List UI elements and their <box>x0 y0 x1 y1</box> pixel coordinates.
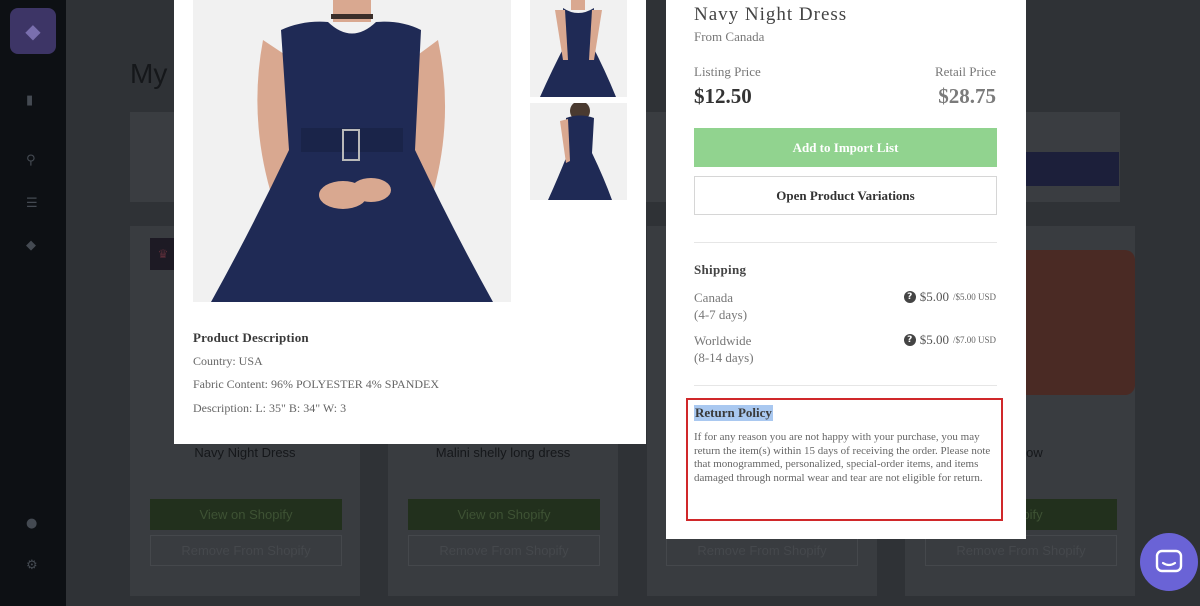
remove-from-shopify-button[interactable]: Remove From Shopify <box>666 535 858 566</box>
bag-icon[interactable]: ▮ <box>26 93 40 108</box>
listing-price-label: Listing Price <box>694 64 761 79</box>
product-details-panel: Navy Night Dress From Canada Listing Pri… <box>666 0 1026 539</box>
shipping-title: Shipping <box>694 262 747 277</box>
tag-icon[interactable]: ◆ <box>26 238 40 253</box>
main-product-photo[interactable] <box>193 0 511 302</box>
description-country: Country: USA <box>193 354 263 368</box>
question-icon[interactable]: ? <box>903 334 916 346</box>
product-thumbnail[interactable] <box>530 103 627 200</box>
divider <box>694 385 997 386</box>
divider <box>694 242 997 243</box>
shipping-price-usd: /$7.00 USD <box>952 335 996 345</box>
search-panel-button[interactable] <box>1025 152 1119 186</box>
return-policy-title: Return Policy <box>694 405 773 421</box>
shipping-region: Worldwide (8-14 days) <box>694 332 754 366</box>
chat-launcher-button[interactable] <box>1140 533 1198 591</box>
return-policy-text: If for any reason you are not happy with… <box>694 431 991 484</box>
shipping-region-days: (8-14 days) <box>694 350 754 365</box>
sidebar: ◆ ▮ ⚲ ☰ ◆ ● ⚙ <box>0 0 66 606</box>
product-origin: From Canada <box>694 29 765 44</box>
product-name: Navy Night Dress <box>694 4 848 25</box>
shipping-price: ? $5.00 /$5.00 USD <box>903 289 996 305</box>
question-icon[interactable]: ? <box>903 291 916 303</box>
help-icon[interactable]: ● <box>26 516 40 531</box>
remove-from-shopify-button[interactable]: Remove From Shopify <box>408 535 600 566</box>
shipping-price-value: $5.00 <box>919 332 949 347</box>
list-icon[interactable]: ☰ <box>26 196 40 211</box>
crown-badge-icon: ♛ <box>150 238 176 270</box>
shipping-price-usd: /$5.00 USD <box>952 292 996 302</box>
retail-price-label: Retail Price <box>934 64 996 79</box>
app-logo: ◆ <box>10 8 56 54</box>
retail-price: $28.75 <box>938 84 996 108</box>
product-images-panel: Product Description Country: USA Fabric … <box>174 0 646 444</box>
page-title: My <box>130 58 168 89</box>
description-fabric: Fabric Content: 96% POLYESTER 4% SPANDEX <box>193 377 440 391</box>
shipping-region: Canada (4-7 days) <box>694 289 747 323</box>
product-thumbnail[interactable] <box>530 0 627 97</box>
description-title: Product Description <box>193 330 309 345</box>
chat-icon <box>1155 549 1183 573</box>
add-to-import-list-button[interactable]: Add to Import List <box>694 128 997 167</box>
shipping-region-name: Worldwide <box>694 333 752 348</box>
shipping-region-name: Canada <box>694 290 733 305</box>
description-size: Description: L: 35" B: 34" W: 3 <box>193 401 347 415</box>
listing-price: $12.50 <box>694 84 752 108</box>
shipping-region-days: (4-7 days) <box>694 307 748 322</box>
open-product-variations-button[interactable]: Open Product Variations <box>694 176 997 215</box>
remove-from-shopify-button[interactable]: Remove From Shopify <box>150 535 342 566</box>
view-on-shopify-button[interactable]: View on Shopify <box>408 499 600 530</box>
card-name: Malini shelly long dress <box>435 445 571 460</box>
view-on-shopify-button[interactable]: View on Shopify <box>150 499 342 530</box>
card-name: Navy Night Dress <box>194 445 296 460</box>
shipping-price-value: $5.00 <box>919 289 949 304</box>
remove-from-shopify-button[interactable]: Remove From Shopify <box>925 535 1117 566</box>
shipping-price: ? $5.00 /$7.00 USD <box>903 332 996 348</box>
settings-icon[interactable]: ⚙ <box>26 558 40 573</box>
search-icon[interactable]: ⚲ <box>26 153 40 168</box>
